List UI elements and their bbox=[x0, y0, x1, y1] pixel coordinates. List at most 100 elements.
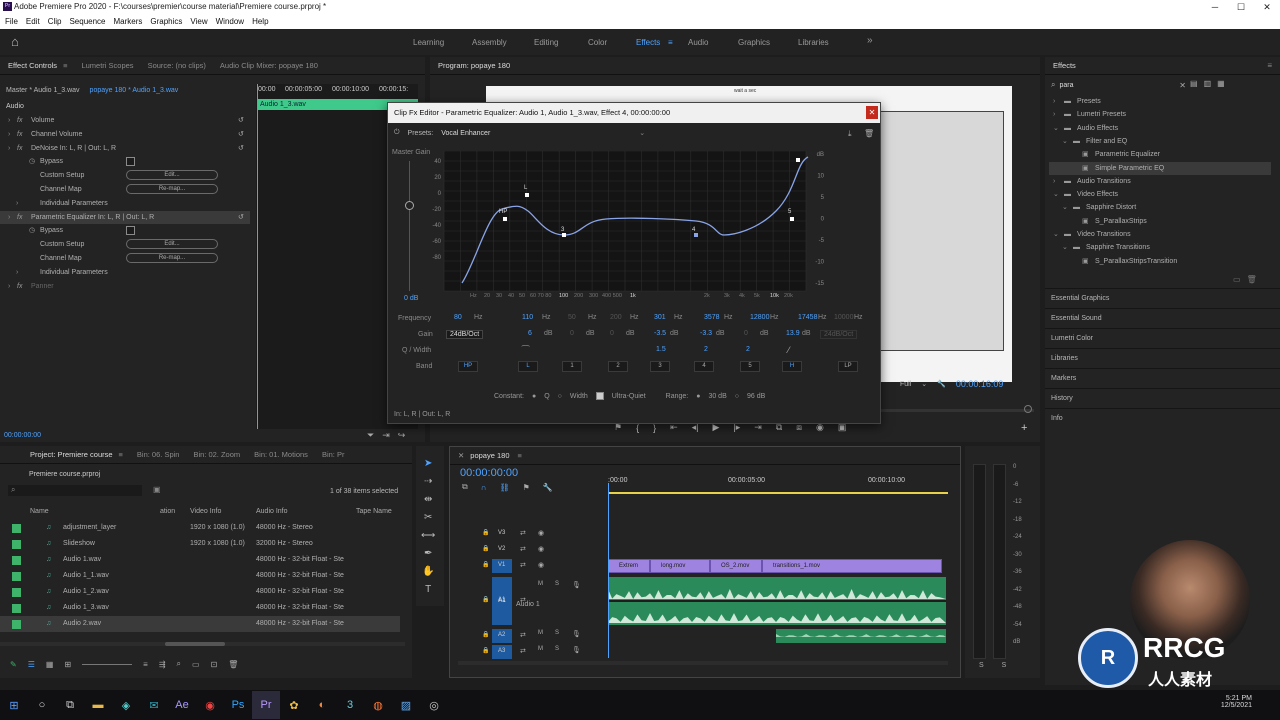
bypass-checkbox[interactable] bbox=[126, 226, 135, 236]
sort-icon[interactable]: ≡ bbox=[143, 660, 148, 669]
type-tool-icon[interactable]: T bbox=[425, 584, 431, 595]
selection-tool-icon[interactable]: ➤ bbox=[424, 458, 432, 469]
chevron-down-icon[interactable]: ⌄ bbox=[639, 129, 645, 137]
lp-shape-icon[interactable]: ⁄ bbox=[788, 345, 790, 355]
zoom-handle[interactable] bbox=[1024, 405, 1032, 413]
menu-file[interactable]: File bbox=[5, 14, 18, 29]
band-toggle[interactable]: 4 bbox=[694, 361, 714, 372]
frequency-value[interactable]: 80 bbox=[454, 314, 462, 321]
label-color-swatch[interactable] bbox=[12, 524, 21, 533]
lock-icon[interactable]: 🔒 bbox=[482, 631, 489, 638]
pencil-icon[interactable]: ✎ bbox=[10, 660, 17, 669]
eye-icon[interactable]: ◉ bbox=[538, 561, 544, 569]
stopwatch-icon[interactable]: ◷ bbox=[29, 224, 35, 237]
resolution-select[interactable]: Full bbox=[900, 381, 911, 388]
effects-tree-item[interactable]: ⌄ ▬ Video Effects bbox=[1049, 188, 1271, 201]
ec-row[interactable]: Custom Setup Edit... bbox=[0, 169, 250, 182]
ec-playhead[interactable] bbox=[257, 84, 258, 429]
menu-help[interactable]: Help bbox=[252, 14, 268, 29]
panel-menu-icon[interactable]: ≡ bbox=[119, 450, 123, 459]
delete-preset-icon[interactable]: 🗑 bbox=[864, 129, 874, 138]
ec-action-button[interactable]: Edit... bbox=[126, 239, 218, 250]
panel-menu-icon[interactable]: ≡ bbox=[518, 451, 522, 460]
chevron-right-icon[interactable]: › bbox=[1053, 175, 1055, 188]
premiere-taskbar-icon[interactable]: Pr bbox=[252, 691, 280, 719]
workspace-audio[interactable]: Audio bbox=[688, 38, 708, 47]
video-clip[interactable]: transitions_1.mov bbox=[762, 559, 942, 573]
band-toggle[interactable]: 2 bbox=[608, 361, 628, 372]
effects-tree-item[interactable]: ▣ Parametric Equalizer bbox=[1049, 148, 1271, 161]
eq-point-h[interactable] bbox=[796, 158, 800, 162]
mark-in-icon[interactable]: { bbox=[636, 423, 639, 433]
timeline-playhead[interactable] bbox=[608, 483, 609, 658]
timeline-timecode[interactable]: 00:00:00:00 bbox=[460, 467, 518, 479]
expand-chevron-icon[interactable]: › bbox=[8, 280, 10, 293]
eye-icon[interactable]: ◉ bbox=[538, 529, 544, 537]
linked-selection-icon[interactable]: ⛓ bbox=[499, 483, 509, 492]
band-toggle[interactable]: 5 bbox=[740, 361, 760, 372]
ec-row[interactable]: › Individual Parameters bbox=[0, 197, 250, 210]
after-effects-icon[interactable]: Ae bbox=[168, 691, 196, 719]
band-toggle[interactable]: HP bbox=[458, 361, 478, 372]
chevron-right-icon[interactable]: › bbox=[1053, 108, 1055, 121]
workspace-learning[interactable]: Learning bbox=[413, 38, 444, 47]
effects-tree-item[interactable]: › ▬ Lumetri Presets bbox=[1049, 108, 1271, 121]
project-column-header[interactable]: Tape Name bbox=[356, 508, 392, 515]
wrench-icon[interactable]: 🔧 bbox=[937, 380, 946, 388]
gain-value[interactable]: 0 bbox=[570, 330, 574, 337]
menu-view[interactable]: View bbox=[190, 14, 207, 29]
project-search-input[interactable]: ⌕ bbox=[8, 485, 142, 496]
minimize-button[interactable]: ─ bbox=[1202, 0, 1228, 14]
expand-chevron-icon[interactable]: › bbox=[8, 211, 10, 224]
collapsed-panel-tab[interactable]: Libraries bbox=[1045, 348, 1280, 368]
label-color-swatch[interactable] bbox=[12, 620, 21, 629]
q-value[interactable]: 2 bbox=[704, 346, 708, 353]
menu-window[interactable]: Window bbox=[216, 14, 244, 29]
video-clip[interactable]: OS_2.mov bbox=[710, 559, 762, 573]
project-column-header[interactable]: Name bbox=[30, 508, 49, 515]
close-sequence-icon[interactable]: ✕ bbox=[458, 451, 464, 460]
chevron-down-icon[interactable]: ⌄ bbox=[1053, 228, 1059, 241]
ec-action-button[interactable]: Re-map... bbox=[126, 184, 218, 194]
icon-view-icon[interactable]: ▦ bbox=[46, 660, 54, 669]
track-select-icon[interactable]: ⇢ bbox=[424, 476, 432, 487]
app-icon-yellow[interactable]: ✿ bbox=[280, 691, 308, 719]
add-marker-icon[interactable]: ⚑ bbox=[523, 483, 530, 492]
sync-lock-icon[interactable]: ⇄ bbox=[520, 529, 526, 537]
blender-icon[interactable]: ◐ bbox=[308, 691, 336, 719]
project-tab[interactable]: Bin: Pr bbox=[322, 450, 345, 459]
chevron-down-icon[interactable]: ⌄ bbox=[1062, 135, 1068, 148]
new-bin-icon[interactable]: ▭ bbox=[192, 660, 200, 669]
obs-icon[interactable]: ◎ bbox=[420, 691, 448, 719]
ec-row[interactable]: ◷ Bypass bbox=[0, 224, 250, 237]
solo-button[interactable]: S bbox=[555, 630, 559, 636]
mail-icon[interactable]: ✉ bbox=[140, 691, 168, 719]
preset-select[interactable]: Vocal Enhancer bbox=[441, 130, 631, 137]
reset-icon[interactable]: ↺ bbox=[238, 128, 244, 141]
chevron-down-icon[interactable]: ⌄ bbox=[1053, 188, 1059, 201]
panel-menu-icon[interactable]: ≡ bbox=[63, 61, 67, 70]
label-color-swatch[interactable] bbox=[12, 540, 21, 549]
ec-action-button[interactable]: Edit... bbox=[126, 170, 218, 181]
menu-graphics[interactable]: Graphics bbox=[150, 14, 182, 29]
collapsed-panel-tab[interactable]: Essential Graphics bbox=[1045, 288, 1280, 308]
search-icon[interactable]: ○ bbox=[28, 691, 56, 719]
collapsed-panel-tab[interactable]: Markers bbox=[1045, 368, 1280, 388]
reset-icon[interactable]: ↺ bbox=[238, 211, 244, 224]
mute-button[interactable]: M bbox=[538, 630, 543, 636]
expand-chevron-icon[interactable]: › bbox=[16, 266, 18, 279]
frequency-value[interactable]: 301 bbox=[654, 314, 666, 321]
gain-value[interactable]: 0 bbox=[744, 330, 748, 337]
video-clip[interactable]: Extrem bbox=[608, 559, 650, 573]
label-color-swatch[interactable] bbox=[12, 604, 21, 613]
list-view-icon[interactable]: ☰ bbox=[28, 660, 35, 669]
lp-slope-select[interactable]: 24dB/Oct bbox=[820, 330, 858, 339]
effects-tree-item[interactable]: › ▬ Audio Transitions bbox=[1049, 175, 1271, 188]
ec-row[interactable]: Channel Map Re-map... bbox=[0, 252, 250, 265]
task-view-icon[interactable]: ⧉ bbox=[56, 691, 84, 719]
bypass-checkbox[interactable] bbox=[126, 157, 135, 167]
mark-out-icon[interactable]: } bbox=[653, 423, 656, 433]
project-item-row[interactable]: ♫ Audio 1_3.wav 48000 Hz - 32-bit Float - … bbox=[0, 600, 400, 616]
eq-point-2[interactable] bbox=[562, 233, 566, 237]
trash-icon[interactable]: 🗑 bbox=[1247, 275, 1257, 284]
